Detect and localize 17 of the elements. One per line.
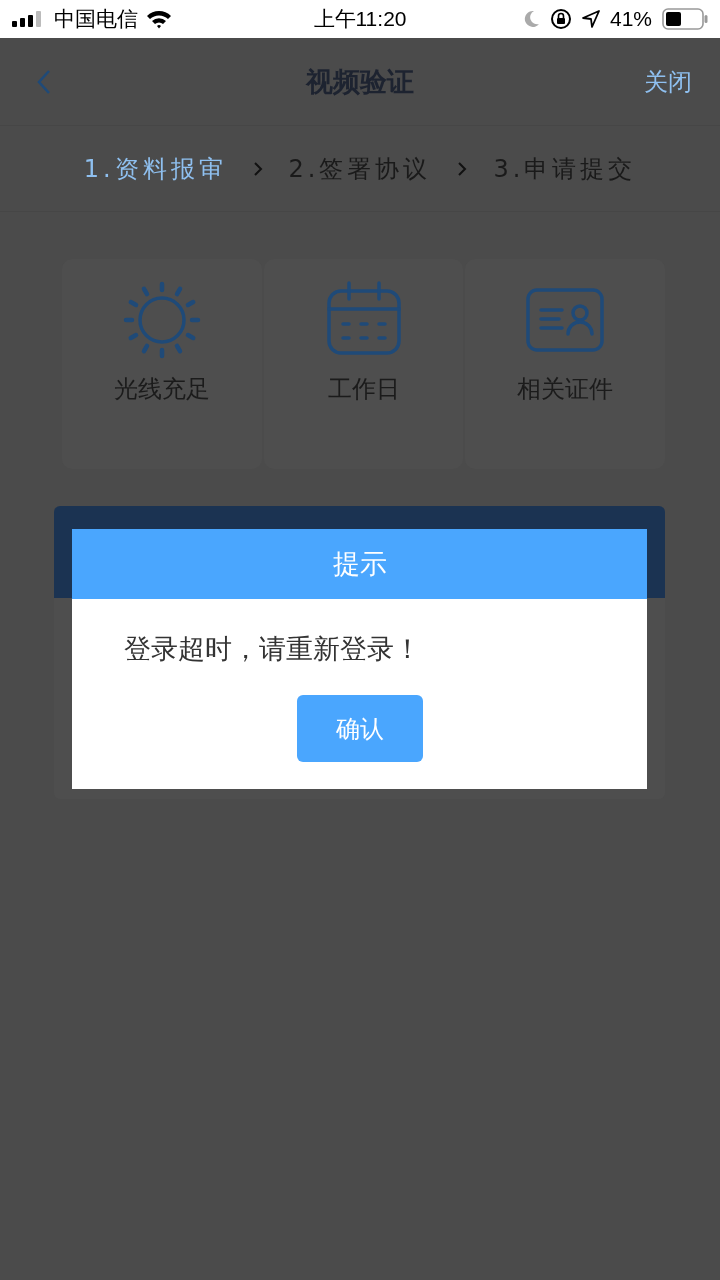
rotation-lock-icon: [549, 8, 572, 30]
dialog-message: 登录超时，请重新登录！: [124, 632, 421, 666]
location-arrow-icon: [581, 10, 600, 28]
moon-icon: [523, 10, 540, 28]
status-time: 上午11:20: [313, 6, 407, 32]
sun-icon: [122, 281, 201, 359]
battery-icon: [662, 8, 708, 30]
chevron-icon: [457, 160, 468, 177]
dialog-title: 提示: [72, 529, 647, 599]
carrier-name: 中国电信: [54, 6, 138, 33]
wifi-icon: [146, 9, 172, 29]
step-label: 1.资料报审: [83, 153, 227, 185]
back-icon[interactable]: [36, 68, 52, 95]
close-link[interactable]: 关闭: [644, 65, 692, 98]
chevron-icon: [252, 160, 263, 177]
battery-percent: 41%: [609, 7, 652, 31]
confirm-button[interactable]: 确认: [296, 695, 423, 762]
